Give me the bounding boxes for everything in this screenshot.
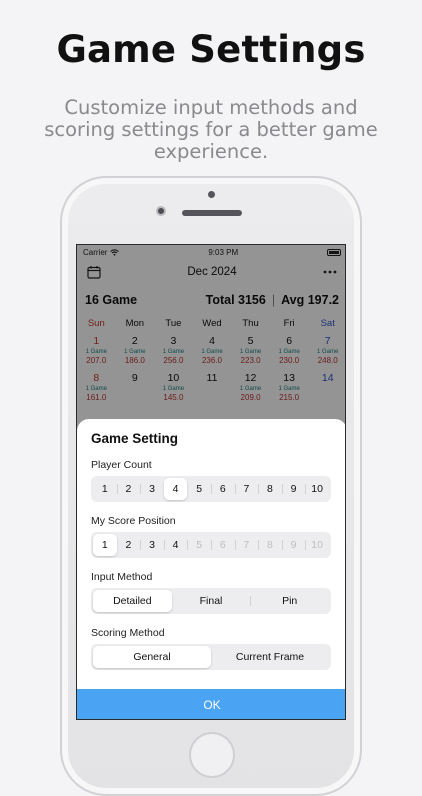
score-position-option[interactable]: 6 [210,534,235,556]
scoring-method-segmented: General Current Frame [91,644,331,670]
app-screen: Carrier 9:03 PM Dec 2024 16 Game Total 3… [76,244,346,720]
player-count-option[interactable]: 1 [93,478,117,500]
score-position-segmented: 1 2 3 4 5 6 7 8 9 10 [91,532,331,558]
score-position-option[interactable]: 2 [117,534,141,556]
score-position-label: My Score Position [91,515,176,527]
speaker-grille [182,210,242,216]
player-count-option[interactable]: 3 [140,478,164,500]
score-position-option[interactable]: 9 [281,534,306,556]
ok-button[interactable]: OK [77,689,345,719]
score-position-option[interactable]: 1 [93,534,117,556]
score-position-option[interactable]: 5 [187,534,211,556]
player-count-option[interactable]: 5 [187,478,211,500]
home-button[interactable] [189,732,235,778]
input-method-segmented: Detailed Final Pin [91,588,331,614]
front-camera-icon [156,206,166,216]
player-count-option[interactable]: 6 [210,478,235,500]
hero-title: Game Settings [56,28,366,71]
player-count-option[interactable]: 7 [234,478,259,500]
scoring-method-option[interactable]: Current Frame [211,646,329,668]
input-method-option[interactable]: Final [172,590,251,612]
player-count-option[interactable]: 9 [281,478,306,500]
input-method-option[interactable]: Detailed [93,590,172,612]
player-count-option[interactable]: 10 [305,478,329,500]
score-position-option[interactable]: 8 [258,534,282,556]
player-count-option[interactable]: 2 [116,478,141,500]
input-method-label: Input Method [91,571,153,583]
score-position-option[interactable]: 7 [234,534,259,556]
score-position-option[interactable]: 10 [305,534,329,556]
game-setting-sheet: Game Setting Player Count 1 2 3 4 5 6 7 8 9 10 My… [77,419,345,719]
player-count-option[interactable]: 8 [258,478,282,500]
score-position-option[interactable]: 4 [163,534,188,556]
player-count-label: Player Count [91,459,152,471]
sheet-title: Game Setting [91,431,179,446]
player-count-segmented: 1 2 3 4 5 6 7 8 9 10 [91,476,331,502]
player-count-option[interactable]: 4 [163,478,188,500]
scoring-method-option[interactable]: General [93,646,211,668]
hero-subtitle: Customize input methods and scoring sett… [44,96,378,163]
input-method-option[interactable]: Pin [250,590,329,612]
score-position-option[interactable]: 3 [140,534,164,556]
sensor-dot [208,191,215,198]
scoring-method-label: Scoring Method [91,627,165,639]
